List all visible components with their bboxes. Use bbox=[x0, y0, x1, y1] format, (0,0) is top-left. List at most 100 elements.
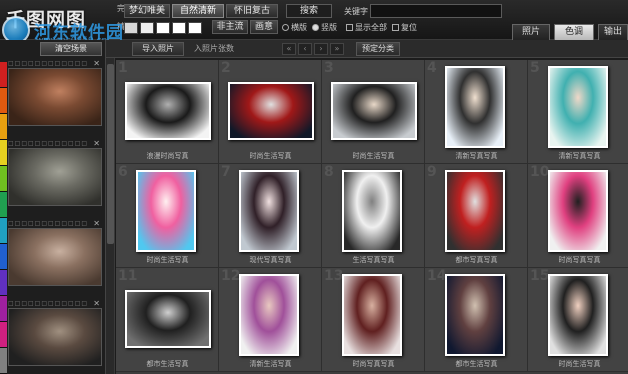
clear-scene-button[interactable]: 清空场景 bbox=[40, 42, 102, 56]
template-number: 1 bbox=[118, 60, 128, 76]
template-number: 3 bbox=[324, 60, 334, 76]
color-strip-swatch[interactable] bbox=[0, 244, 7, 270]
scene-thumbnail[interactable]: □□□□□□□□□□□□ ✕ bbox=[8, 299, 102, 366]
template-cell[interactable]: 12 清新生活写真 bbox=[219, 268, 322, 372]
template-cell[interactable]: 2 时尚生活写真 bbox=[219, 60, 322, 164]
scene-thumbnail-header: □□□□□□□□□□□□ bbox=[8, 220, 89, 227]
template-caption: 清新写真写真 bbox=[558, 152, 601, 160]
template-photo[interactable] bbox=[331, 82, 417, 140]
search-button[interactable]: 搜索 bbox=[286, 4, 332, 18]
scrollbar[interactable] bbox=[106, 58, 115, 374]
color-strip-swatch[interactable] bbox=[0, 114, 7, 140]
template-cell[interactable]: 15 时尚生活写真 bbox=[528, 268, 628, 372]
scrollbar-thumb[interactable] bbox=[107, 64, 114, 244]
template-photo[interactable] bbox=[342, 170, 402, 252]
radio-icon bbox=[282, 24, 289, 31]
color-strip-swatch[interactable] bbox=[0, 192, 7, 218]
filter-retro-button[interactable]: 怀旧复古 bbox=[226, 4, 278, 18]
template-caption: 清新生活写真 bbox=[249, 360, 292, 368]
template-photo[interactable] bbox=[445, 170, 505, 252]
template-photo[interactable] bbox=[342, 274, 402, 356]
template-photo[interactable] bbox=[136, 170, 196, 252]
scene-panel: 清空场景 □□□□□□□□□□□□ ✕ □□□□□□□□□□□□ ✕ □□□□□□□□□… bbox=[0, 40, 106, 374]
scene-thumbnail[interactable]: □□□□□□□□□□□□ ✕ bbox=[8, 139, 102, 206]
template-cell[interactable]: 1 浪漫时尚写真 bbox=[116, 60, 219, 164]
template-photo[interactable] bbox=[228, 82, 314, 140]
tone-swatch-3[interactable] bbox=[156, 22, 170, 34]
template-number: 15 bbox=[530, 268, 550, 284]
last-page-icon[interactable]: » bbox=[330, 43, 344, 55]
filter-painterly-button[interactable]: 画意 bbox=[250, 20, 278, 34]
template-cell[interactable]: 4 清新写真写真 bbox=[425, 60, 528, 164]
remove-thumbnail-icon[interactable]: ✕ bbox=[93, 139, 100, 148]
filter-dreamy-button[interactable]: 梦幻唯美 bbox=[124, 4, 170, 18]
template-caption: 时尚写真写真 bbox=[352, 360, 395, 368]
scene-thumbnail-image[interactable] bbox=[8, 148, 102, 206]
scene-thumbnail-image[interactable] bbox=[8, 68, 102, 126]
template-cell[interactable]: 13 时尚写真写真 bbox=[322, 268, 425, 372]
tab-output[interactable]: 输出 bbox=[598, 24, 628, 40]
tab-photos[interactable]: 照片 bbox=[512, 24, 550, 40]
color-strip-swatch[interactable] bbox=[0, 322, 7, 348]
color-strip-swatch[interactable] bbox=[0, 348, 7, 374]
template-number: 10 bbox=[530, 164, 550, 180]
color-strip-swatch[interactable] bbox=[0, 62, 7, 88]
sub-toolbar: 导入照片 入照片张数 « ‹ › » 预定分类 bbox=[106, 40, 628, 58]
template-cell[interactable]: 3 时尚生活写真 bbox=[322, 60, 425, 164]
scene-thumbnail[interactable]: □□□□□□□□□□□□ ✕ bbox=[8, 219, 102, 286]
template-cell[interactable]: 10 时尚写真写真 bbox=[528, 164, 628, 268]
remove-thumbnail-icon[interactable]: ✕ bbox=[93, 59, 100, 68]
template-photo[interactable] bbox=[548, 170, 608, 252]
next-page-icon[interactable]: › bbox=[314, 43, 328, 55]
color-strip-swatch[interactable] bbox=[0, 88, 7, 114]
color-strip-swatch[interactable] bbox=[0, 166, 7, 192]
tab-tones[interactable]: 色调 bbox=[554, 24, 594, 40]
filter-nonmainstream-button[interactable]: 非主流 bbox=[212, 20, 248, 34]
scene-thumbnail[interactable]: □□□□□□□□□□□□ ✕ bbox=[8, 59, 102, 126]
landscape-radio[interactable]: 横版 bbox=[282, 22, 307, 34]
template-photo[interactable] bbox=[445, 66, 505, 148]
color-strip-swatch[interactable] bbox=[0, 218, 7, 244]
template-photo[interactable] bbox=[125, 290, 211, 348]
template-photo[interactable] bbox=[445, 274, 505, 356]
template-number: 13 bbox=[324, 268, 344, 284]
scene-thumbnail-image[interactable] bbox=[8, 308, 102, 366]
template-caption: 时尚生活写真 bbox=[249, 152, 292, 160]
template-photo[interactable] bbox=[125, 82, 211, 140]
import-photos-button[interactable]: 导入照片 bbox=[132, 42, 184, 56]
template-cell[interactable]: 9 都市写真写真 bbox=[425, 164, 528, 268]
template-photo[interactable] bbox=[548, 66, 608, 148]
tone-swatch-2[interactable] bbox=[140, 22, 154, 34]
scene-thumbnail-image[interactable] bbox=[8, 228, 102, 286]
remove-thumbnail-icon[interactable]: ✕ bbox=[93, 219, 100, 228]
template-number: 11 bbox=[118, 268, 138, 284]
template-cell[interactable]: 7 现代写真写真 bbox=[219, 164, 322, 268]
template-number: 5 bbox=[530, 60, 540, 76]
template-cell[interactable]: 8 生活写真写真 bbox=[322, 164, 425, 268]
template-caption: 现代写真写真 bbox=[249, 256, 292, 264]
first-page-icon[interactable]: « bbox=[282, 43, 296, 55]
reset-checkbox[interactable]: 复位 bbox=[392, 22, 417, 34]
color-strip-swatch[interactable] bbox=[0, 270, 7, 296]
template-cell[interactable]: 5 清新写真写真 bbox=[528, 60, 628, 164]
checkbox-icon bbox=[346, 24, 353, 31]
template-cell[interactable]: 14 都市生活写真 bbox=[425, 268, 528, 372]
template-photo[interactable] bbox=[239, 170, 299, 252]
tone-swatch-5[interactable] bbox=[188, 22, 202, 34]
filter-fresh-button[interactable]: 自然清新 bbox=[172, 4, 224, 18]
prev-page-icon[interactable]: ‹ bbox=[298, 43, 312, 55]
template-photo[interactable] bbox=[239, 274, 299, 356]
show-all-checkbox[interactable]: 显示全部 bbox=[346, 22, 387, 34]
tone-swatch-1[interactable] bbox=[124, 22, 138, 34]
color-strip-swatch[interactable] bbox=[0, 296, 7, 322]
tone-swatch-4[interactable] bbox=[172, 22, 186, 34]
template-photo[interactable] bbox=[548, 274, 608, 356]
template-cell[interactable]: 6 时尚生活写真 bbox=[116, 164, 219, 268]
preset-category-button[interactable]: 预定分类 bbox=[356, 42, 400, 56]
scene-thumbnail-header: □□□□□□□□□□□□ bbox=[8, 140, 89, 147]
keyword-input[interactable] bbox=[370, 4, 502, 18]
template-cell[interactable]: 11 都市生活写真 bbox=[116, 268, 219, 372]
color-strip-swatch[interactable] bbox=[0, 140, 7, 166]
portrait-radio[interactable]: 竖版 bbox=[312, 22, 337, 34]
remove-thumbnail-icon[interactable]: ✕ bbox=[93, 299, 100, 308]
